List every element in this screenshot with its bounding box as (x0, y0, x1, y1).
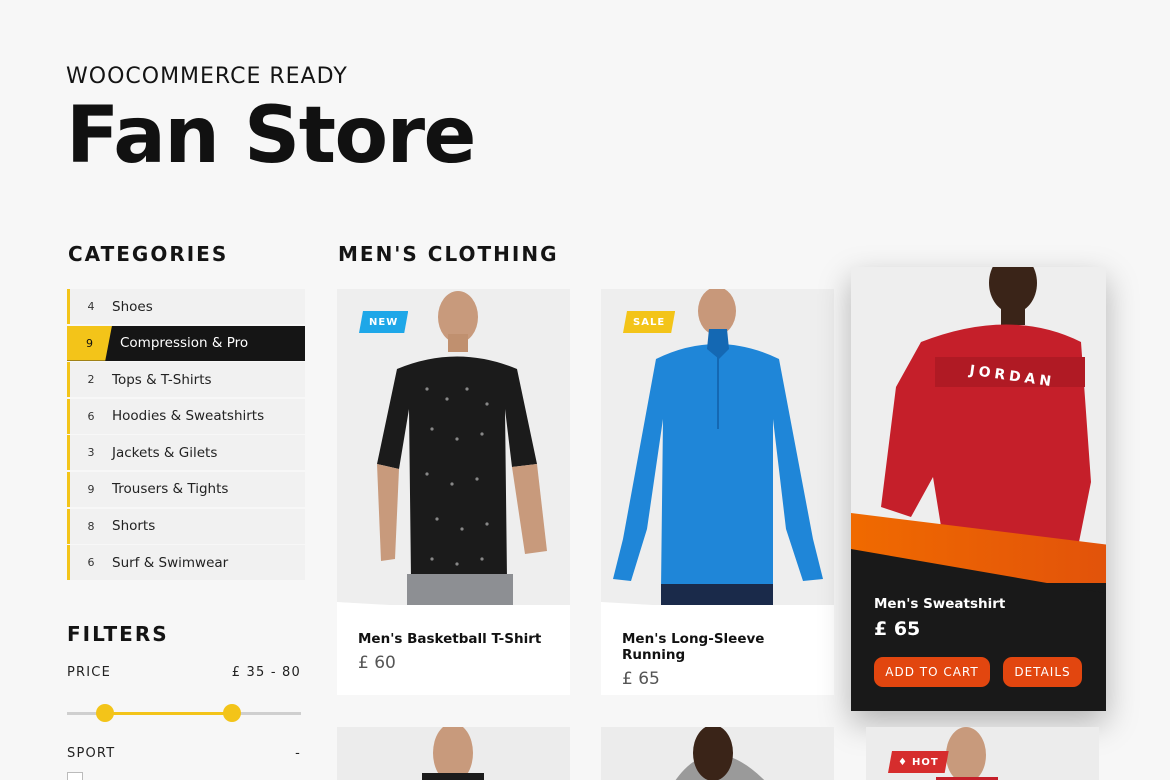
price-label: PRICE (67, 665, 111, 680)
product-image[interactable]: SALE (601, 289, 834, 619)
hot-badge: ♦ HOT (888, 751, 949, 773)
featured-product-card[interactable]: JORDAN Men's Sweatshirt £ 65 ADD TO CART… (851, 267, 1106, 711)
tshirt-model-illustration (337, 289, 570, 619)
hot-badge-label: HOT (911, 756, 939, 768)
section-title: MEN'S CLOTHING (338, 242, 559, 266)
category-item-shoes[interactable]: 4 Shoes (67, 289, 305, 324)
product-info: Men's Long-Sleeve Running £ 65 (601, 605, 834, 695)
product-name[interactable]: Men's Long-Sleeve Running (622, 631, 813, 663)
category-item-hoodies[interactable]: 6 Hoodies & Sweatshirts (67, 398, 305, 434)
price-range-value: £ 35 - 80 (231, 665, 301, 680)
category-label: Compression & Pro (120, 335, 249, 352)
product-name[interactable]: Men's Basketball T-Shirt (358, 631, 549, 647)
product-card[interactable]: ♦ HOT (866, 727, 1099, 780)
category-count: 6 (87, 556, 95, 570)
sport-label: SPORT (67, 746, 116, 761)
sale-badge: SALE (623, 311, 675, 333)
hero-header: WOOCOMMERCE READY Fan Store (66, 64, 476, 181)
category-item-surf[interactable]: 6 Surf & Swimwear (67, 545, 305, 581)
category-count: 8 (87, 519, 95, 533)
category-count: 6 (87, 409, 95, 423)
sport-collapse-toggle[interactable]: - (295, 746, 301, 761)
product-info: Men's Basketball T-Shirt £ 60 (337, 605, 570, 695)
flame-icon: ♦ (898, 756, 908, 768)
details-button[interactable]: DETAILS (1003, 657, 1082, 687)
category-label: Shorts (112, 518, 156, 535)
product-card[interactable] (337, 727, 570, 780)
sport-filter-row[interactable]: SPORT - (67, 746, 301, 761)
product-price: £ 60 (358, 653, 396, 673)
category-label: Jackets & Gilets (112, 444, 218, 461)
category-label: Hoodies & Sweatshirts (112, 408, 265, 425)
price-slider-min-handle[interactable] (96, 704, 114, 722)
price-slider-fill (105, 712, 232, 715)
featured-product-price: £ 65 (874, 618, 921, 640)
category-item-tops[interactable]: 2 Tops & T-Shirts (67, 362, 305, 398)
hero-kicker: WOOCOMMERCE READY (66, 64, 348, 89)
category-item-jackets[interactable]: 3 Jackets & Gilets (67, 435, 305, 471)
category-label: Surf & Swimwear (112, 554, 229, 571)
product-thumbnail (675, 727, 765, 780)
category-label: Shoes (112, 298, 153, 315)
price-slider[interactable] (67, 704, 301, 722)
category-count: 2 (87, 373, 95, 387)
product-thumbnail (422, 727, 484, 780)
price-slider-max-handle[interactable] (223, 704, 241, 722)
product-card[interactable]: NEW Men's Basketball T-Shirt £ 60 (337, 289, 570, 695)
product-card[interactable] (601, 727, 834, 780)
category-label: Tops & T-Shirts (112, 371, 212, 388)
product-image[interactable]: NEW (337, 289, 570, 619)
sport-checkbox[interactable] (67, 772, 83, 780)
category-count: 9 (87, 482, 95, 496)
category-count: 3 (87, 446, 95, 460)
new-badge: NEW (359, 311, 408, 333)
category-list: 4 Shoes 9 Compression & Pro 2 Tops & T-S… (67, 289, 305, 582)
category-count: 4 (87, 300, 95, 313)
product-card[interactable]: SALE Men's Long-Sleeve Running £ 65 (601, 289, 834, 695)
featured-product-name[interactable]: Men's Sweatshirt (874, 596, 1005, 612)
category-item-trousers[interactable]: 9 Trousers & Tights (67, 471, 305, 507)
category-item-shorts[interactable]: 8 Shorts (67, 508, 305, 544)
add-to-cart-button[interactable]: ADD TO CART (874, 657, 990, 687)
category-item-compression[interactable]: 9 Compression & Pro (67, 325, 305, 361)
category-label: Trousers & Tights (112, 481, 229, 498)
product-price: £ 65 (622, 669, 660, 689)
categories-title: CATEGORIES (68, 242, 229, 266)
longsleeve-model-illustration (601, 289, 834, 619)
price-filter-row: PRICE £ 35 - 80 (67, 665, 301, 680)
category-count: 9 (67, 325, 112, 361)
page-title: Fan Store (66, 91, 476, 181)
filters-title: FILTERS (67, 622, 169, 646)
